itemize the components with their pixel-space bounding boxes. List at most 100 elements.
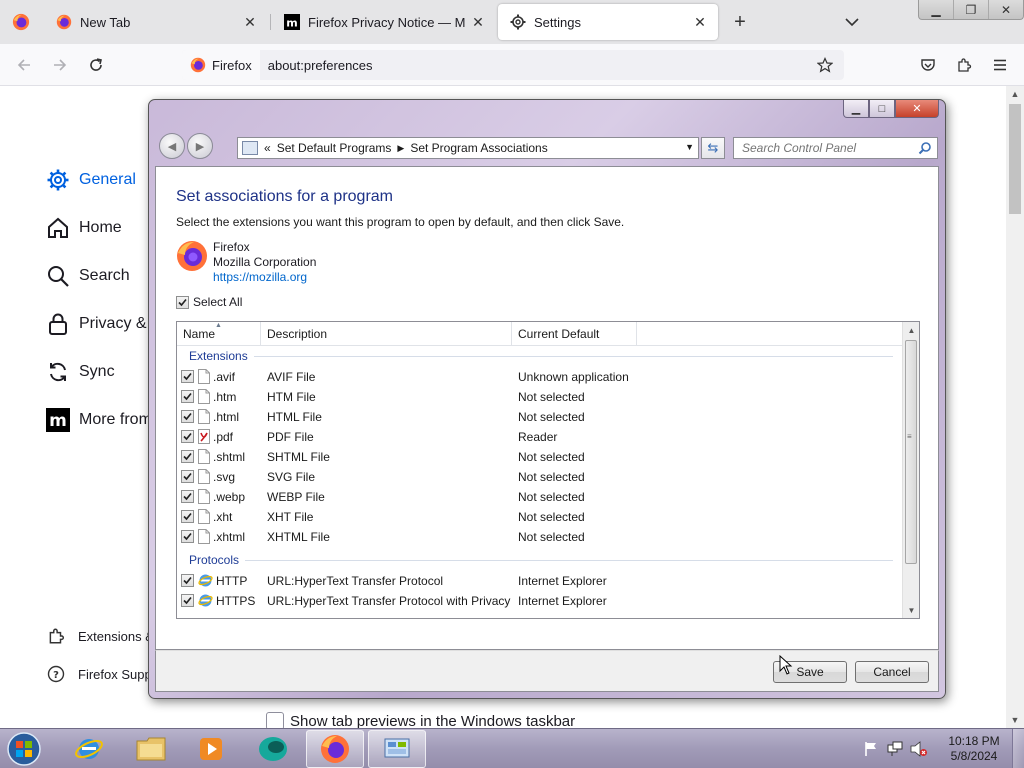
- row-checkbox[interactable]: [181, 530, 194, 543]
- taskbar-internet-explorer[interactable]: [60, 730, 118, 768]
- list-all-tabs-button[interactable]: [840, 10, 864, 34]
- group-header-protocols[interactable]: Protocols: [189, 552, 893, 568]
- group-header-extensions[interactable]: Extensions: [189, 348, 893, 364]
- row-checkbox[interactable]: [181, 510, 194, 523]
- forward-arrow-icon[interactable]: ▶: [187, 133, 213, 159]
- start-button[interactable]: [4, 730, 44, 768]
- action-center-flag-icon[interactable]: [862, 740, 880, 758]
- svg-text:m: m: [49, 411, 67, 431]
- list-row-html[interactable]: .html HTML File Not selected: [177, 406, 903, 426]
- scrollbar-thumb[interactable]: [905, 340, 917, 564]
- firefox-view-button[interactable]: [0, 0, 42, 44]
- list-row-webp[interactable]: .webp WEBP File Not selected: [177, 486, 903, 506]
- scroll-up-arrow-icon[interactable]: ▲: [903, 322, 919, 338]
- row-checkbox[interactable]: [181, 450, 194, 463]
- taskbar-control-panel[interactable]: [368, 730, 426, 768]
- select-all-checkbox[interactable]: [176, 295, 189, 309]
- bookmark-star-button[interactable]: [814, 54, 836, 76]
- file-icon: [198, 529, 210, 544]
- minimize-button[interactable]: ▁: [919, 0, 953, 19]
- network-icon[interactable]: [886, 740, 904, 758]
- tab-new-tab[interactable]: New Tab ✕: [44, 4, 268, 40]
- refresh-button[interactable]: ⇆: [701, 137, 725, 159]
- list-row-shtml[interactable]: .shtml SHTML File Not selected: [177, 446, 903, 466]
- list-row-http[interactable]: HTTP URL:HyperText Transfer Protocol Inter…: [177, 570, 903, 590]
- row-checkbox[interactable]: [181, 574, 194, 587]
- row-checkbox[interactable]: [181, 594, 194, 607]
- tab-settings[interactable]: Settings ✕: [498, 4, 718, 40]
- row-checkbox[interactable]: [181, 370, 194, 383]
- row-checkbox[interactable]: [181, 430, 194, 443]
- list-scrollbar[interactable]: ▲ ≡ ▼: [902, 322, 919, 618]
- list-row-xhtml[interactable]: .xhtml XHTML File Not selected: [177, 526, 903, 546]
- identity-box[interactable]: Firefox: [182, 50, 260, 80]
- scroll-down-arrow-icon[interactable]: ▼: [1006, 712, 1024, 728]
- group-label: Protocols: [189, 553, 240, 567]
- select-all-option[interactable]: Select All: [176, 295, 242, 309]
- dialog-close-button[interactable]: ✕: [895, 100, 939, 118]
- reload-button[interactable]: [84, 53, 108, 77]
- list-row-htm[interactable]: .htm HTM File Not selected: [177, 386, 903, 406]
- list-row-avif[interactable]: .avif AVIF File Unknown application: [177, 366, 903, 386]
- taskbar-windows-explorer[interactable]: [122, 730, 180, 768]
- column-header-description[interactable]: Description: [261, 322, 512, 346]
- address-dropdown-icon[interactable]: ▼: [685, 142, 694, 152]
- prefs-nav-general[interactable]: General: [46, 168, 136, 192]
- dialog-maximize-button[interactable]: □: [869, 100, 895, 118]
- home-icon: [46, 216, 70, 240]
- address-breadcrumb-bar[interactable]: « Set Default Programs ▶ Set Program Ass…: [237, 137, 699, 159]
- prefs-nav-search[interactable]: Search: [46, 264, 130, 288]
- row-checkbox[interactable]: [181, 470, 194, 483]
- column-header-name[interactable]: Name ▲: [177, 322, 261, 346]
- row-checkbox[interactable]: [181, 490, 194, 503]
- breadcrumb-prefix[interactable]: «: [264, 141, 271, 155]
- row-checkbox[interactable]: [181, 410, 194, 423]
- gear-icon: [510, 14, 526, 30]
- tab-privacy-notice[interactable]: m Firefox Privacy Notice — Mozilla ✕: [272, 4, 496, 40]
- back-arrow-icon[interactable]: ◀: [159, 133, 185, 159]
- list-row-https[interactable]: HTTPS URL:HyperText Transfer Protocol wit…: [177, 590, 903, 610]
- scroll-up-arrow-icon[interactable]: ▲: [1006, 86, 1024, 102]
- show-desktop-button[interactable]: [1012, 729, 1024, 768]
- volume-muted-icon[interactable]: [910, 740, 928, 758]
- cancel-button[interactable]: Cancel: [855, 661, 929, 683]
- close-tab-icon[interactable]: ✕: [688, 10, 712, 34]
- close-window-button[interactable]: ✕: [988, 0, 1023, 19]
- search-icon[interactable]: [918, 141, 932, 155]
- row-description: XHT File: [267, 510, 314, 524]
- page-scrollbar[interactable]: ▲ ▼: [1006, 86, 1024, 728]
- pocket-button[interactable]: [916, 53, 940, 77]
- url-text[interactable]: about:preferences: [268, 58, 373, 73]
- close-tab-icon[interactable]: ✕: [466, 10, 490, 34]
- app-menu-button[interactable]: [988, 53, 1012, 77]
- forward-button[interactable]: [48, 53, 72, 77]
- new-tab-button[interactable]: +: [728, 10, 752, 34]
- system-clock[interactable]: 10:18 PM 5/8/2024: [940, 734, 1008, 764]
- breadcrumb-separator-icon[interactable]: ▶: [397, 143, 404, 154]
- list-row-xht[interactable]: .xht XHT File Not selected: [177, 506, 903, 526]
- scrollbar-thumb[interactable]: [1009, 104, 1021, 214]
- taskbar-firefox[interactable]: [306, 730, 364, 768]
- search-control-panel[interactable]: [733, 137, 938, 159]
- list-row-svg[interactable]: .svg SVG File Not selected: [177, 466, 903, 486]
- prefs-nav-sync[interactable]: Sync: [46, 360, 115, 384]
- reload-icon: [90, 58, 102, 71]
- list-row-pdf[interactable]: .pdf PDF File Reader: [177, 426, 903, 446]
- back-button[interactable]: [12, 53, 36, 77]
- breadcrumb-set-default-programs[interactable]: Set Default Programs: [277, 141, 392, 155]
- dialog-minimize-button[interactable]: ▁: [843, 100, 869, 118]
- close-tab-icon[interactable]: ✕: [238, 10, 262, 34]
- breadcrumb-set-program-associations[interactable]: Set Program Associations: [410, 141, 547, 155]
- scroll-down-arrow-icon[interactable]: ▼: [903, 602, 919, 618]
- column-header-current-default[interactable]: Current Default: [512, 322, 637, 346]
- associations-list[interactable]: Name ▲ Description Current Default Exten…: [176, 321, 920, 619]
- search-input[interactable]: [734, 141, 910, 155]
- url-bar[interactable]: Firefox about:preferences: [182, 50, 844, 80]
- program-url-link[interactable]: https://mozilla.org: [213, 270, 307, 284]
- row-checkbox[interactable]: [181, 390, 194, 403]
- extensions-button[interactable]: [952, 53, 976, 77]
- taskbar-app[interactable]: [244, 730, 302, 768]
- restore-button[interactable]: ❐: [953, 0, 988, 19]
- prefs-nav-home[interactable]: Home: [46, 216, 122, 240]
- taskbar-media-player[interactable]: [182, 730, 240, 768]
